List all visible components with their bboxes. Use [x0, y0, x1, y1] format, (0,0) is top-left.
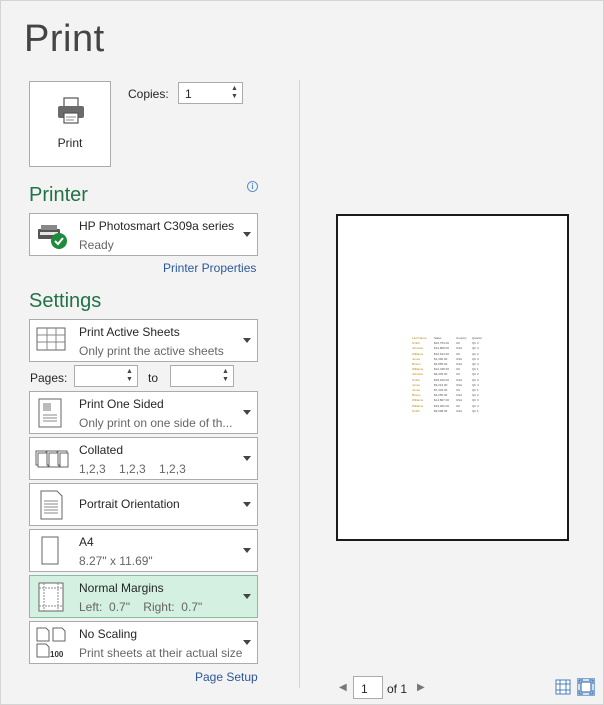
copies-spinner[interactable]: 1 ▲ ▼: [178, 82, 243, 104]
sides-select[interactable]: Print One Sided Only print on one side o…: [29, 391, 258, 434]
portrait-page-icon: [40, 490, 63, 520]
chevron-down-icon: [243, 232, 251, 237]
paper-size-select[interactable]: A4 8.27" x 11.69": [29, 529, 258, 572]
page-title: Print: [24, 18, 105, 60]
margins-icon: [38, 582, 64, 612]
printer-name: HP Photosmart C309a series: [79, 219, 235, 233]
printer-ready-icon: [38, 225, 67, 249]
sides-sub: Only print on one side of th...: [79, 416, 233, 430]
chevron-down-icon: [243, 456, 251, 461]
print-what-title: Print Active Sheets: [79, 325, 180, 339]
chevron-down-icon: [243, 502, 251, 507]
print-preview-page: Last Name Sales Country Quarter Smith $16,753…: [336, 214, 569, 541]
print-button[interactable]: Print: [29, 81, 111, 167]
sheet-grid-icon: [36, 327, 66, 351]
collate-sub: 1,2,3 1,2,3 1,2,3: [79, 462, 186, 476]
pages-from-spinner[interactable]: ▲ ▼: [74, 365, 138, 387]
preview-table: Last Name Sales Country Quarter Smith $16,753…: [412, 336, 486, 414]
zoom-to-page-icon: [578, 679, 594, 695]
panel-divider: [299, 80, 300, 688]
orientation-title: Portrait Orientation: [79, 497, 180, 511]
scaling-select[interactable]: 100 No Scaling Print sheets at their act…: [29, 621, 258, 664]
chevron-down-icon: [243, 548, 251, 553]
next-page-icon[interactable]: ▶: [417, 682, 425, 693]
settings-heading: Settings: [29, 290, 102, 312]
paper-size-title: A4: [79, 535, 94, 549]
scaling-icon-label: 100: [50, 650, 64, 659]
show-margins-icon[interactable]: [554, 678, 572, 696]
chevron-down-icon: [243, 594, 251, 599]
previous-page-icon[interactable]: ◀: [339, 682, 347, 693]
collate-title: Collated: [79, 443, 124, 457]
preview-cell: $9,698.00: [434, 408, 448, 413]
scaling-sub: Print sheets at their actual size: [79, 646, 243, 660]
paper-size-icon: [41, 536, 59, 565]
chevron-down-icon: [243, 640, 251, 645]
margins-sub: Left: 0.7" Right: 0.7": [79, 600, 203, 614]
preview-cell: USA: [456, 408, 463, 413]
copies-value[interactable]: 1: [185, 87, 192, 101]
info-icon[interactable]: i: [247, 181, 258, 192]
printer-status: Ready: [79, 238, 114, 252]
pages-to-spinner[interactable]: ▲ ▼: [170, 365, 234, 387]
preview-cell: Smith: [412, 408, 420, 413]
page-setup-link[interactable]: Page Setup: [195, 670, 258, 684]
print-what-sub: Only print the active sheets: [79, 344, 224, 358]
collate-select[interactable]: Collated 1,2,3 1,2,3 1,2,3: [29, 437, 258, 480]
spinner-arrows-icon[interactable]: ▲ ▼: [231, 85, 239, 101]
zoom-to-page-button[interactable]: [577, 678, 595, 696]
print-what-select[interactable]: Print Active Sheets Only print the activ…: [29, 319, 258, 362]
printer-properties-link[interactable]: Printer Properties: [163, 261, 256, 275]
sides-title: Print One Sided: [79, 397, 164, 411]
preview-table-row: Smith $9,698.00 USA Qtr 1: [412, 409, 486, 414]
chevron-down-icon: [243, 410, 251, 415]
spinner-arrows-icon[interactable]: ▲ ▼: [126, 368, 134, 384]
printer-select[interactable]: HP Photosmart C309a series Ready: [29, 213, 258, 256]
one-sided-page-icon: [38, 398, 62, 428]
spinner-arrows-icon[interactable]: ▲ ▼: [222, 368, 230, 384]
paper-size-sub: 8.27" x 11.69": [79, 554, 153, 568]
chevron-down-icon: [243, 338, 251, 343]
margins-title: Normal Margins: [79, 581, 164, 595]
preview-cell: Qtr 1: [472, 408, 479, 413]
pages-to-label: to: [148, 371, 159, 385]
page-count-label: of 1: [387, 682, 408, 696]
scaling-title: No Scaling: [79, 627, 138, 641]
pages-label: Pages:: [30, 371, 68, 385]
margins-select[interactable]: Normal Margins Left: 0.7" Right: 0.7": [29, 575, 258, 618]
copies-label: Copies:: [128, 87, 169, 101]
orientation-select[interactable]: Portrait Orientation: [29, 483, 258, 526]
printer-icon: [58, 97, 84, 124]
page-number-input[interactable]: 1: [353, 676, 383, 699]
print-button-label: Print: [57, 136, 83, 150]
printer-heading: Printer: [29, 184, 88, 206]
collated-pages-icon: [35, 450, 69, 468]
